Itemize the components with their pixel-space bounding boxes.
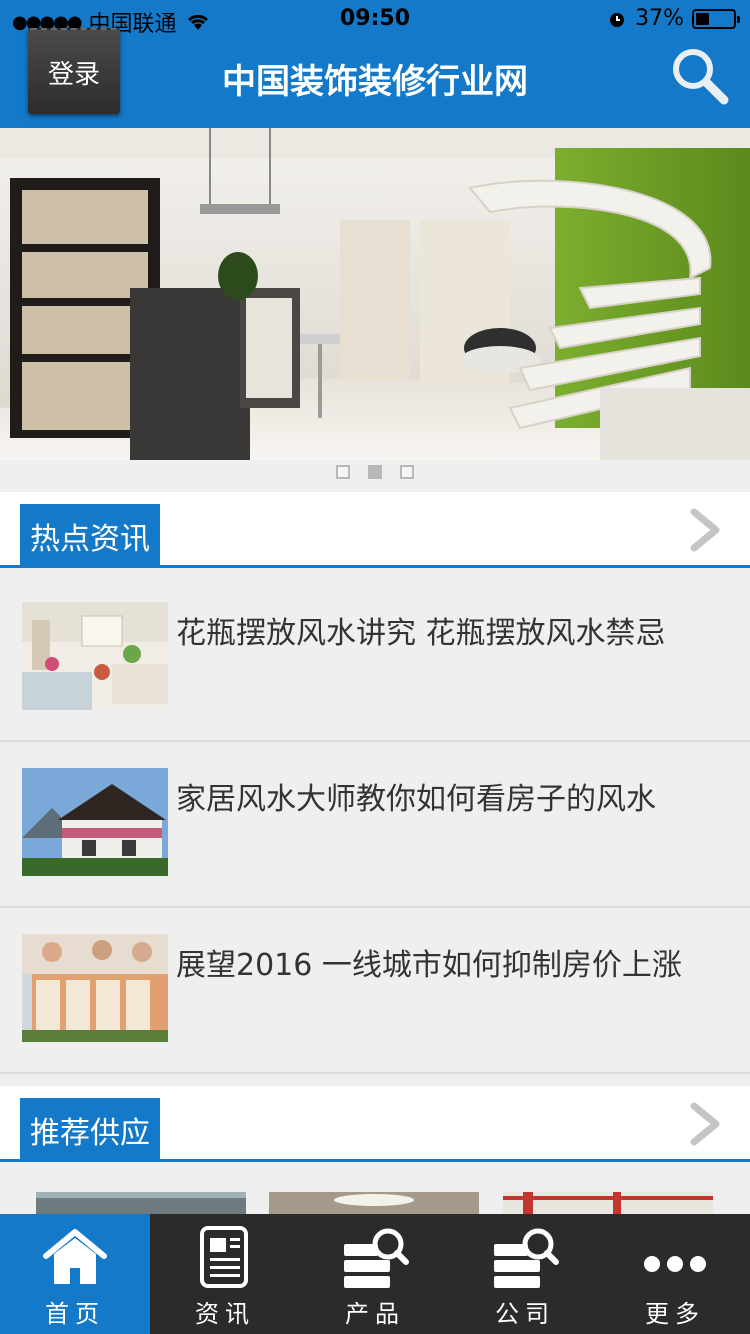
tab-label: 资讯 [195,1300,255,1328]
battery-level [696,12,710,25]
page-title: 中国装饰装修行业网 [222,62,528,102]
news-title[interactable]: 家居风水大师教你如何看房子的风水 [176,774,656,818]
battery-icon [692,8,740,29]
hot-news-header: 热点资讯 [0,492,750,568]
news-title[interactable]: 展望2016 一线城市如何抑制房价上涨 [176,940,682,984]
tab-label: 产品 [345,1300,405,1328]
tab-companies[interactable]: 公司 [450,1214,600,1334]
hot-news-title: 热点资讯 [20,504,160,568]
tab-products[interactable]: 产品 [300,1214,450,1334]
banner-pager [0,460,750,484]
alarm-icon [610,12,625,27]
supply-header: 推荐供应 [0,1086,750,1162]
chevron-right-icon[interactable] [688,508,722,552]
banner-image [0,128,750,460]
tab-news[interactable]: 资讯 [150,1214,300,1334]
banner-carousel[interactable] [0,128,750,460]
pager-dot[interactable] [368,465,382,479]
product-search-icon [344,1228,409,1288]
news-title[interactable]: 花瓶摆放风水讲究 花瓶摆放风水禁忌 [176,608,666,652]
pager-dot[interactable] [400,465,414,479]
bottom-tab-bar: 首页 资讯 产品 公司 更多 [0,1214,750,1334]
news-item[interactable]: 家居风水大师教你如何看房子的风水 [0,742,750,908]
news-item[interactable]: 花瓶摆放风水讲究 花瓶摆放风水禁忌 [0,576,750,742]
tab-label: 更多 [645,1300,705,1328]
supply-title: 推荐供应 [20,1098,160,1162]
pager-dot[interactable] [336,465,350,479]
supply-list [0,1162,750,1232]
news-item[interactable]: 展望2016 一线城市如何抑制房价上涨 [0,908,750,1074]
top-bar: ●●●●● 中国联通 09:50 37% 登录 中国装饰装修行业网 [0,0,750,128]
search-icon[interactable] [668,44,730,106]
tab-home[interactable]: 首页 [0,1214,150,1334]
tab-label: 首页 [45,1300,105,1328]
news-thumbnail [22,768,168,876]
company-search-icon [494,1228,559,1288]
tab-label: 公司 [495,1300,555,1328]
news-thumbnail [22,934,168,1042]
news-thumbnail [22,602,168,710]
home-icon [43,1229,107,1284]
battery-percent: 37% [635,6,684,31]
news-icon [200,1226,248,1288]
tab-more[interactable]: 更多 [600,1214,750,1334]
chevron-right-icon[interactable] [688,1102,722,1146]
more-icon [644,1256,706,1272]
